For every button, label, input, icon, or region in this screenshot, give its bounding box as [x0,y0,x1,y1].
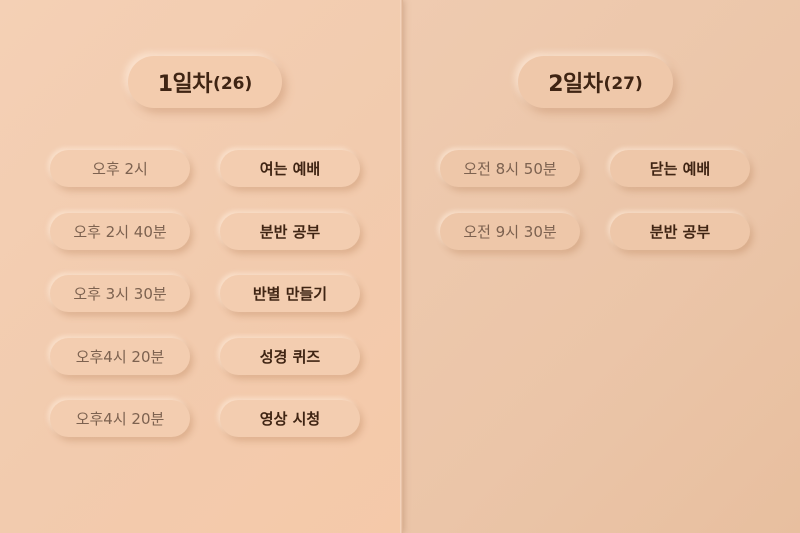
day1-time-1[interactable]: 오후 2시 [50,150,190,187]
day1-activity-5[interactable]: 영상 시청 [220,400,360,437]
day1-activity-2[interactable]: 분반 공부 [220,213,360,250]
day2-time-2[interactable]: 오전 9시 30분 [440,213,580,250]
day2-title-badge[interactable]: 2일차 (27) [518,56,673,108]
day2-panel: 2일차 (27) 오전 8시 50분 닫는 예배 오전 9시 30분 분반 공부 [402,0,800,533]
day2-count: (27) [603,73,643,94]
day2-time-1[interactable]: 오전 8시 50분 [440,150,580,187]
day1-panel: 1일차 (26) 오후 2시 여는 예배 오후 2시 40분 분반 공부 오후 3… [0,0,402,533]
day1-activity-4[interactable]: 성경 퀴즈 [220,338,360,375]
day2-title: 2일차 [548,72,603,97]
day1-activity-1[interactable]: 여는 예배 [220,150,360,187]
day1-count: (26) [213,73,253,94]
day1-time-2[interactable]: 오후 2시 40분 [50,213,190,250]
panel-divider [400,0,403,533]
day1-time-3[interactable]: 오후 3시 30분 [50,275,190,312]
day2-activity-1[interactable]: 닫는 예배 [610,150,750,187]
day1-activity-3[interactable]: 반별 만들기 [220,275,360,312]
day1-time-4[interactable]: 오후4시 20분 [50,338,190,375]
day1-title-badge[interactable]: 1일차 (26) [128,56,282,108]
day2-activity-2[interactable]: 분반 공부 [610,213,750,250]
day1-title: 1일차 [157,72,213,97]
day1-time-5[interactable]: 오후4시 20분 [50,400,190,437]
